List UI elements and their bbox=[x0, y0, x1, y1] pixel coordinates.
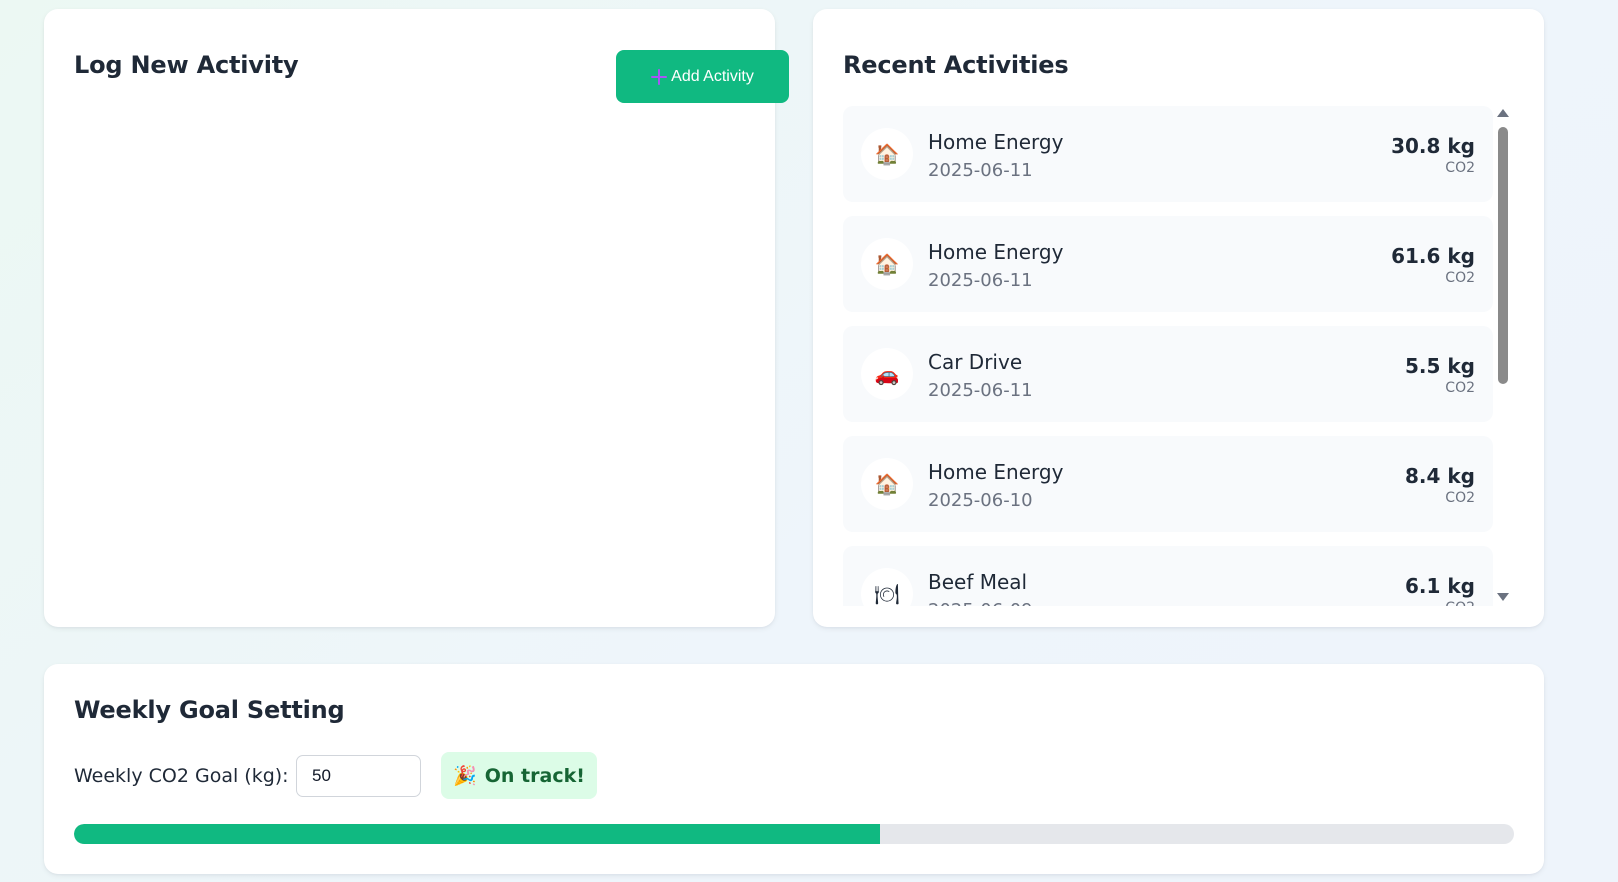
weekly-goal-label: Weekly CO2 Goal (kg): bbox=[74, 765, 289, 787]
car-icon: 🚗 bbox=[861, 348, 913, 400]
house-icon: 🏠 bbox=[861, 128, 913, 180]
activity-name: Beef Meal bbox=[928, 570, 1028, 594]
activity-list[interactable]: 🏠 Home Energy 2025-06-11 30.8 kg CO2 🏠 Home En… bbox=[843, 106, 1493, 606]
activity-co2-value: 30.8 kg bbox=[1391, 134, 1475, 158]
house-icon: 🏠 bbox=[861, 238, 913, 290]
status-text: On track! bbox=[484, 764, 585, 787]
activity-item[interactable]: 🍽 Beef Meal 2025-06-09 6.1 kg CO2 bbox=[843, 546, 1493, 606]
party-popper-icon: 🎉 bbox=[453, 765, 477, 787]
scroll-down-arrow-icon[interactable] bbox=[1497, 593, 1509, 601]
log-activity-title: Log New Activity bbox=[74, 51, 299, 79]
activity-co2-unit: CO2 bbox=[1445, 490, 1475, 506]
activity-date: 2025-06-11 bbox=[928, 160, 1033, 181]
weekly-goal-panel: Weekly Goal Setting Weekly CO2 Goal (kg)… bbox=[44, 664, 1544, 874]
activity-date: 2025-06-11 bbox=[928, 380, 1033, 401]
weekly-goal-input[interactable] bbox=[296, 755, 421, 797]
activity-item[interactable]: 🏠 Home Energy 2025-06-11 30.8 kg CO2 bbox=[843, 106, 1493, 202]
activity-co2-value: 6.1 kg bbox=[1404, 574, 1475, 598]
activity-name: Home Energy bbox=[928, 130, 1064, 154]
recent-activities-panel: Recent Activities 🏠 Home Energy 2025-06-11… bbox=[813, 9, 1544, 627]
plate-icon: 🍽 bbox=[861, 568, 913, 606]
activity-date: 2025-06-10 bbox=[928, 490, 1033, 511]
scroll-up-arrow-icon[interactable] bbox=[1497, 109, 1509, 117]
status-badge: 🎉 On track! bbox=[441, 752, 597, 799]
activity-co2-unit: CO2 bbox=[1445, 380, 1475, 396]
activity-name: Home Energy bbox=[928, 240, 1064, 264]
activity-co2-unit: CO2 bbox=[1445, 600, 1475, 606]
recent-activities-title: Recent Activities bbox=[843, 51, 1069, 79]
activity-item[interactable]: 🏠 Home Energy 2025-06-11 61.6 kg CO2 bbox=[843, 216, 1493, 312]
activity-name: Home Energy bbox=[928, 460, 1064, 484]
house-icon: 🏠 bbox=[861, 458, 913, 510]
activity-co2-value: 5.5 kg bbox=[1404, 354, 1475, 378]
activity-co2-unit: CO2 bbox=[1445, 160, 1475, 176]
goal-progress-bar bbox=[74, 824, 1514, 844]
activity-co2-value: 61.6 kg bbox=[1391, 244, 1475, 268]
activity-co2-unit: CO2 bbox=[1445, 270, 1475, 286]
activity-item[interactable]: 🚗 Car Drive 2025-06-11 5.5 kg CO2 bbox=[843, 326, 1493, 422]
scrollbar-thumb[interactable] bbox=[1498, 127, 1508, 384]
add-activity-label: Add Activity bbox=[671, 67, 754, 85]
activity-co2-value: 8.4 kg bbox=[1404, 464, 1475, 488]
log-activity-panel: Log New Activity Add Activity bbox=[44, 9, 789, 627]
activity-name: Car Drive bbox=[928, 350, 1023, 374]
weekly-goal-title: Weekly Goal Setting bbox=[74, 696, 345, 724]
activity-list-scrollbar[interactable] bbox=[1495, 103, 1511, 603]
activity-item[interactable]: 🏠 Home Energy 2025-06-10 8.4 kg CO2 bbox=[843, 436, 1493, 532]
activity-date: 2025-06-09 bbox=[928, 600, 1033, 606]
plus-icon bbox=[651, 68, 668, 85]
goal-progress-fill bbox=[74, 824, 881, 844]
add-activity-button[interactable]: Add Activity bbox=[616, 50, 789, 103]
activity-date: 2025-06-11 bbox=[928, 270, 1033, 291]
